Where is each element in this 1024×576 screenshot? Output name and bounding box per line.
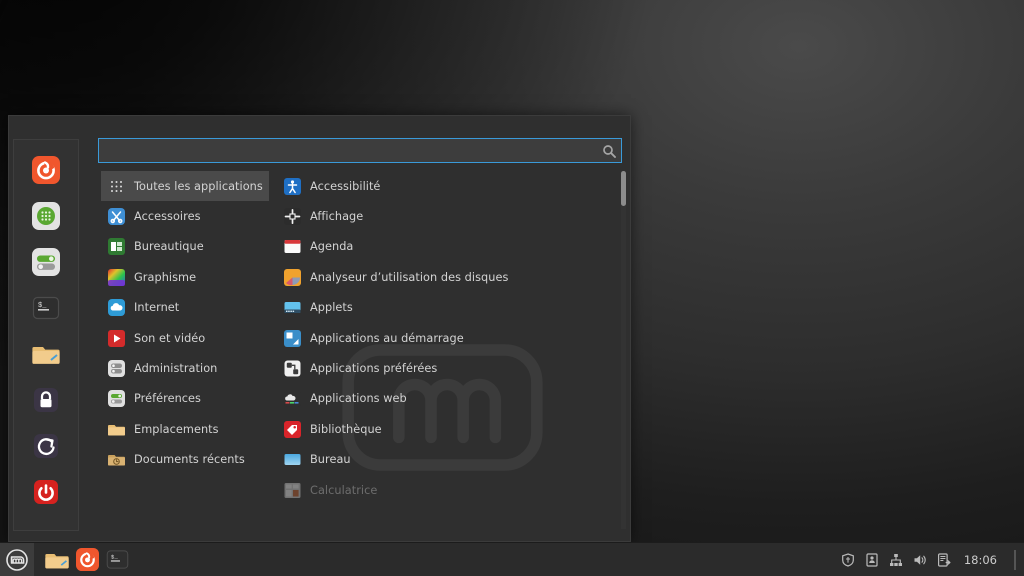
category-label: Administration — [134, 362, 217, 375]
update-manager-icon[interactable] — [865, 552, 880, 567]
app-item-applications-preferees[interactable]: Applications préférées — [277, 353, 613, 383]
app-item-affichage[interactable]: Affichage — [277, 201, 613, 231]
app-item-bureau[interactable]: Bureau — [277, 445, 613, 475]
app-label: Bureau — [310, 453, 351, 466]
app-label: Applications préférées — [310, 362, 437, 375]
favorite-terminal-button[interactable]: $_ — [29, 291, 63, 325]
preferences-icon — [108, 390, 125, 407]
search-input[interactable] — [98, 138, 622, 163]
app-label: Applets — [310, 301, 353, 314]
search-icon[interactable] — [602, 143, 616, 157]
accessibility-icon — [284, 178, 301, 195]
web-apps-icon — [284, 390, 301, 407]
application-list-scrollbar-track[interactable] — [621, 171, 626, 529]
display-icon — [284, 208, 301, 225]
calculator-icon — [284, 482, 301, 499]
admin-icon — [108, 360, 125, 377]
category-item-toutes-les-applications[interactable]: Toutes les applications — [101, 171, 269, 201]
category-item-bureautique[interactable]: Bureautique — [101, 232, 269, 262]
library-tag-icon — [284, 421, 301, 438]
search-row — [98, 138, 622, 163]
favorite-log-out-button[interactable] — [29, 429, 63, 463]
category-item-emplacements[interactable]: Emplacements — [101, 414, 269, 444]
application-menu-window: $_ — [8, 115, 631, 542]
category-item-documents-recents[interactable]: Documents récents — [101, 445, 269, 475]
calendar-icon — [284, 238, 301, 255]
recent-folder-icon — [108, 451, 125, 468]
category-item-son-et-video[interactable]: Son et vidéo — [101, 323, 269, 353]
clock[interactable]: 18:06 — [961, 553, 1003, 567]
app-item-applets[interactable]: Applets — [277, 293, 613, 323]
svg-text:$_: $_ — [38, 302, 47, 310]
startup-apps-icon — [284, 330, 301, 347]
category-item-internet[interactable]: Internet — [101, 293, 269, 323]
category-label: Documents récents — [134, 453, 245, 466]
app-item-applications-web[interactable]: Applications web — [277, 384, 613, 414]
category-label: Toutes les applications — [134, 180, 263, 193]
scissors-icon — [108, 208, 125, 225]
removable-media-icon[interactable] — [937, 552, 952, 567]
application-list: Accessibilité Affichage — [277, 171, 613, 529]
office-icon — [108, 238, 125, 255]
app-label: Agenda — [310, 240, 353, 253]
app-label: Applications web — [310, 392, 407, 405]
app-label: Affichage — [310, 210, 363, 223]
app-label: Bibliothèque — [310, 423, 382, 436]
category-item-accessoires[interactable]: Accessoires — [101, 201, 269, 231]
graphics-icon — [108, 269, 125, 286]
app-label: Applications au démarrage — [310, 332, 464, 345]
app-item-accessibilite[interactable]: Accessibilité — [277, 171, 613, 201]
mint-menu-button[interactable] — [0, 543, 34, 576]
disk-usage-icon — [284, 269, 301, 286]
network-icon[interactable] — [889, 552, 904, 567]
category-label: Emplacements — [134, 423, 219, 436]
preferred-apps-icon — [284, 360, 301, 377]
applets-icon — [284, 299, 301, 316]
shield-icon[interactable] — [841, 552, 856, 567]
category-label: Internet — [134, 301, 179, 314]
app-item-applications-au-demarrage[interactable]: Applications au démarrage — [277, 323, 613, 353]
category-label: Son et vidéo — [134, 332, 205, 345]
app-item-bibliotheque[interactable]: Bibliothèque — [277, 414, 613, 444]
terminal-launcher-button[interactable]: $_ — [105, 548, 129, 572]
app-item-calculatrice[interactable]: Calculatrice — [277, 475, 613, 505]
firefox-launcher-button[interactable] — [75, 548, 99, 572]
panel-divider — [1014, 550, 1016, 570]
app-label: Analyseur d’utilisation des disques — [310, 271, 508, 284]
category-label: Accessoires — [134, 210, 201, 223]
taskbar-panel: $_ — [0, 542, 1024, 576]
volume-icon[interactable] — [913, 552, 928, 567]
favorite-lock-screen-button[interactable] — [29, 383, 63, 417]
favorites-sidebar: $_ — [13, 139, 79, 531]
svg-text:$_: $_ — [110, 554, 117, 561]
grid-dots-icon — [108, 178, 125, 195]
linux-mint-logo-icon — [5, 548, 29, 572]
app-item-agenda[interactable]: Agenda — [277, 232, 613, 262]
favorite-firefox-button[interactable] — [29, 153, 63, 187]
panel-launchers: $_ — [34, 548, 129, 572]
category-item-graphisme[interactable]: Graphisme — [101, 262, 269, 292]
system-tray: 18:06 — [841, 550, 1024, 570]
category-label: Graphisme — [134, 271, 196, 284]
favorite-power-off-button[interactable] — [29, 475, 63, 509]
files-launcher-button[interactable] — [45, 548, 69, 572]
category-label: Bureautique — [134, 240, 204, 253]
category-list: Toutes les applications Accessoires — [101, 171, 269, 529]
category-item-administration[interactable]: Administration — [101, 353, 269, 383]
category-label: Préférences — [134, 392, 201, 405]
category-item-preferences[interactable]: Préférences — [101, 384, 269, 414]
favorite-files-button[interactable] — [29, 337, 63, 371]
app-item-analyseur-dutilisation-des-disques[interactable]: Analyseur d’utilisation des disques — [277, 262, 613, 292]
favorite-software-manager-button[interactable] — [29, 199, 63, 233]
folder-icon — [108, 421, 125, 438]
favorite-system-settings-button[interactable] — [29, 245, 63, 279]
media-play-icon — [108, 330, 125, 347]
desktop-icon — [284, 451, 301, 468]
app-label: Calculatrice — [310, 484, 377, 497]
application-list-scrollbar-thumb[interactable] — [621, 171, 626, 206]
desktop[interactable]: $_ — [0, 0, 1024, 576]
internet-cloud-icon — [108, 299, 125, 316]
app-label: Accessibilité — [310, 180, 380, 193]
